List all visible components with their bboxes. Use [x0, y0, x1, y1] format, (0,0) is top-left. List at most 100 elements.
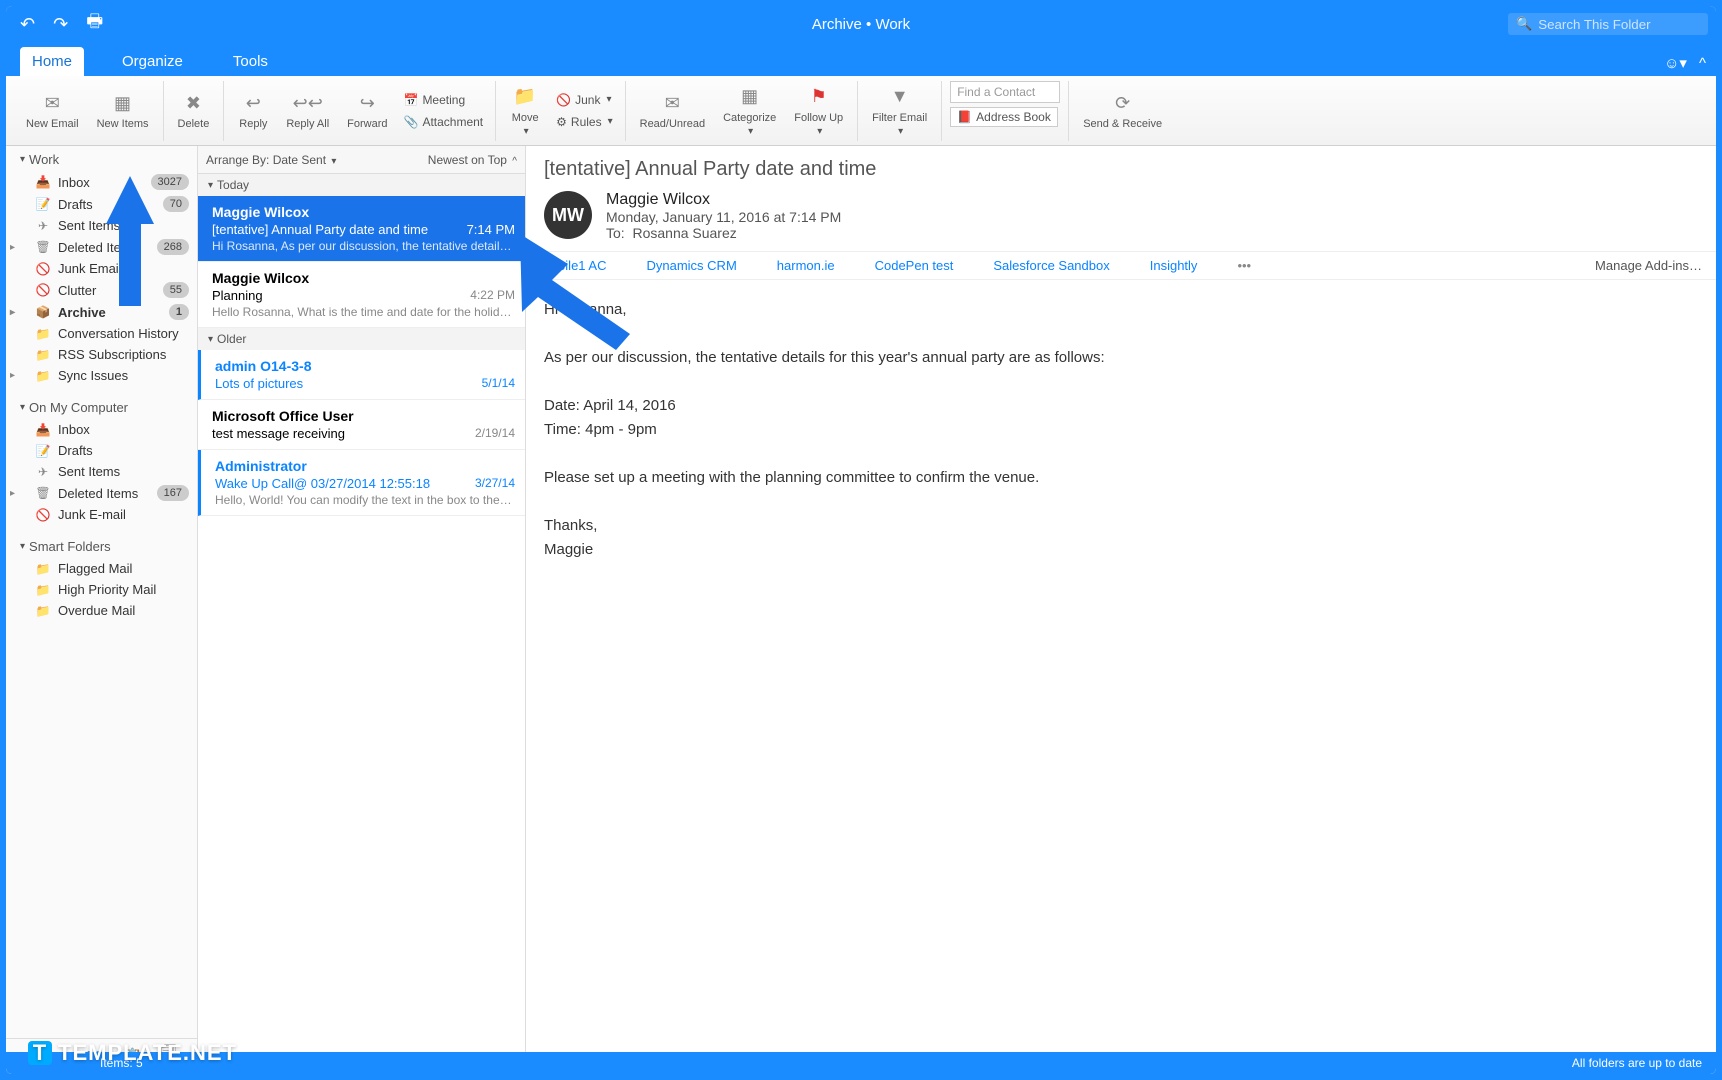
collapse-ribbon-icon[interactable]: ^: [1699, 55, 1706, 72]
chevron-down-icon: ▾: [20, 541, 25, 552]
folder-icon: 📁: [36, 327, 50, 341]
message-item[interactable]: admin O14-3-8 Lots of pictures5/1/14: [198, 350, 525, 400]
annotation-arrow-1-stem: [119, 222, 141, 306]
sidebar-item[interactable]: 📁 High Priority Mail: [6, 579, 197, 600]
send-receive-button[interactable]: ⟳Send & Receive: [1077, 88, 1168, 132]
reader-subject: [tentative] Annual Party date and time: [526, 146, 1716, 187]
address-book-button[interactable]: 📕Address Book: [950, 107, 1058, 127]
meeting-button[interactable]: 📅Meeting: [399, 91, 487, 109]
sidebar-item[interactable]: 📁Flagged Mail: [6, 558, 197, 579]
address-book-icon: 📕: [957, 110, 972, 124]
new-items-icon: ▦: [110, 90, 136, 116]
sidebar-item[interactable]: 📁Overdue Mail: [6, 600, 197, 621]
sidebar-item-label: Archive: [58, 305, 106, 320]
categorize-icon: ▦: [737, 84, 763, 110]
rules-button[interactable]: ⚙Rules▾: [552, 113, 616, 131]
sidebar-item-label: RSS Subscriptions: [58, 347, 166, 362]
addin-link[interactable]: harmon.ie: [777, 258, 835, 273]
sidebar-item[interactable]: 📁Conversation History: [6, 323, 197, 344]
tab-home[interactable]: Home: [20, 47, 84, 76]
new-items-button[interactable]: ▦New Items: [91, 88, 155, 132]
sidebar-item[interactable]: 📁RSS Subscriptions: [6, 344, 197, 365]
count-badge: 70: [163, 196, 189, 212]
sidebar-section-computer[interactable]: ▾On My Computer: [6, 394, 197, 419]
title-bar: ↶ ↷ 🖶 Archive • Work 🔍: [6, 6, 1716, 42]
group-today[interactable]: ▾Today: [198, 174, 525, 196]
sidebar-item[interactable]: 📝Drafts: [6, 440, 197, 461]
chevron-down-icon: ▾: [208, 180, 213, 191]
forward-icon: ↪: [354, 90, 380, 116]
sidebar-item[interactable]: ▸📁Sync Issues: [6, 365, 197, 386]
categorize-button[interactable]: ▦Categorize▾: [717, 82, 782, 139]
annotation-arrow-1: [106, 176, 154, 224]
sidebar-item[interactable]: ✈Sent Items: [6, 215, 197, 236]
folder-icon: 📁: [36, 583, 50, 597]
sidebar-item[interactable]: 📥Inbox3027: [6, 171, 197, 193]
message-item[interactable]: Administrator Wake Up Call@ 03/27/2014 1…: [198, 450, 525, 516]
redo-icon[interactable]: ↷: [53, 14, 68, 35]
addin-link[interactable]: Salesforce Sandbox: [993, 258, 1109, 273]
reader-sent-date: Monday, January 11, 2016 at 7:14 PM: [606, 209, 841, 225]
move-button[interactable]: 📁Move▾: [504, 82, 546, 139]
sidebar-item[interactable]: ✈Sent Items: [6, 461, 197, 482]
message-item[interactable]: Maggie Wilcox Planning4:22 PM Hello Rosa…: [198, 262, 525, 328]
new-email-button[interactable]: ✉New Email: [20, 88, 85, 132]
addin-link[interactable]: Dynamics CRM: [646, 258, 736, 273]
sidebar-item-label: Inbox: [58, 175, 90, 190]
sidebar-item[interactable]: 📥Inbox: [6, 419, 197, 440]
sidebar-section-smart[interactable]: ▾Smart Folders: [6, 533, 197, 558]
message-item[interactable]: Microsoft Office User test message recei…: [198, 400, 525, 450]
sidebar-item-label: Drafts: [58, 197, 93, 212]
reply-all-button[interactable]: ↩↩Reply All: [280, 88, 335, 132]
message-item[interactable]: Maggie Wilcox [tentative] Annual Party d…: [198, 196, 525, 262]
folder-icon: ✈: [36, 219, 50, 233]
flag-icon: ⚑: [806, 84, 832, 110]
sidebar-item[interactable]: ▸📦Archive1: [6, 301, 197, 323]
folder-icon: 📁: [36, 604, 50, 618]
sidebar-item[interactable]: 📝Drafts70: [6, 193, 197, 215]
chevron-right-icon: ▸: [10, 488, 15, 499]
manage-addins-link[interactable]: Manage Add-ins…: [1595, 258, 1702, 273]
folder-icon: 📥: [36, 423, 50, 437]
undo-icon[interactable]: ↶: [20, 14, 35, 35]
tab-organize[interactable]: Organize: [110, 47, 195, 76]
reply-button[interactable]: ↩Reply: [232, 88, 274, 132]
sidebar-item[interactable]: ▸🗑Deleted Items268: [6, 236, 197, 258]
read-unread-button[interactable]: ✉Read/Unread: [634, 88, 711, 132]
tab-tools[interactable]: Tools: [221, 47, 280, 76]
follow-up-button[interactable]: ⚑Follow Up▾: [788, 82, 849, 139]
sidebar-item[interactable]: 🚫Clutter55: [6, 279, 197, 301]
junk-icon: 🚫: [556, 93, 571, 107]
chevron-down-icon: ▾: [20, 402, 25, 413]
search-input[interactable]: [1538, 17, 1698, 32]
sidebar-item[interactable]: 🚫Junk Email: [6, 258, 197, 279]
sidebar-section-work[interactable]: ▾Work: [6, 146, 197, 171]
filter-email-button[interactable]: ▼Filter Email▾: [866, 82, 933, 139]
sidebar-item[interactable]: 🚫Junk E-mail: [6, 504, 197, 525]
junk-button[interactable]: 🚫Junk▾: [552, 91, 616, 109]
search-box[interactable]: 🔍: [1508, 13, 1708, 35]
read-icon: ✉: [659, 90, 685, 116]
print-icon[interactable]: 🖶: [86, 9, 103, 39]
delete-button[interactable]: ✖Delete: [172, 88, 216, 132]
attachment-button[interactable]: 📎Attachment: [399, 113, 487, 131]
ribbon: ✉New Email ▦New Items ✖Delete ↩Reply ↩↩R…: [6, 76, 1716, 146]
ribbon-tabs: Home Organize Tools ☺▾ ^: [6, 42, 1716, 76]
addin-more-icon[interactable]: •••: [1237, 258, 1251, 273]
addin-link[interactable]: CodePen test: [875, 258, 954, 273]
account-icon[interactable]: ☺▾: [1664, 54, 1687, 72]
rules-icon: ⚙: [556, 115, 567, 129]
forward-button[interactable]: ↪Forward: [341, 88, 393, 132]
folder-icon: 🚫: [36, 262, 50, 276]
attachment-icon: 📎: [403, 115, 418, 129]
count-badge: 167: [157, 485, 189, 501]
sidebar-item-label: High Priority Mail: [58, 582, 156, 597]
watermark-logo-icon: T: [28, 1041, 52, 1065]
reply-all-icon: ↩↩: [295, 90, 321, 116]
arrange-bar[interactable]: Arrange By: Date Sent ▾ Newest on Top ^: [198, 146, 525, 174]
addin-link[interactable]: Insightly: [1150, 258, 1198, 273]
sidebar-item-label: Junk E-mail: [58, 507, 126, 522]
find-contact-input[interactable]: Find a Contact: [950, 81, 1060, 103]
sidebar-item[interactable]: ▸🗑Deleted Items167: [6, 482, 197, 504]
group-older[interactable]: ▾Older: [198, 328, 525, 350]
